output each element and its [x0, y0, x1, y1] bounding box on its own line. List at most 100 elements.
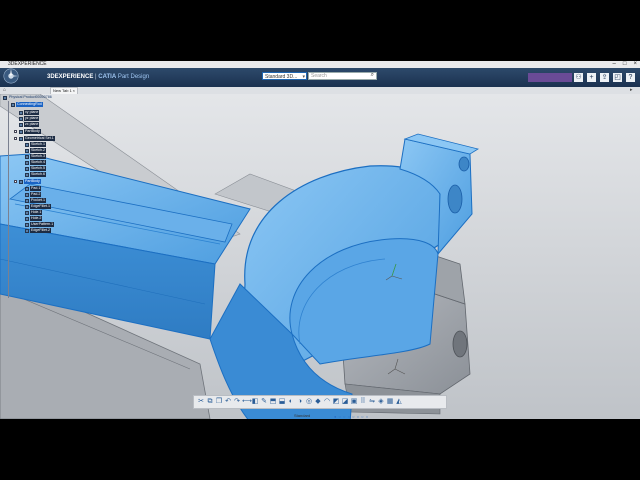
tree-item[interactable]: EdgeFillet.2	[30, 228, 51, 233]
pocket-icon[interactable]: ⬓	[278, 398, 286, 406]
tree-item-icon	[25, 154, 29, 159]
tree-item[interactable]: Hole.1	[30, 210, 43, 215]
tree-item-icon	[25, 166, 29, 171]
minimize-button[interactable]: –	[613, 61, 616, 68]
groove-icon[interactable]: ◑	[296, 398, 304, 406]
tree-item[interactable]: Geometrical Set.1	[24, 136, 55, 141]
draft-icon[interactable]: ◪	[341, 398, 349, 406]
tab-new-tab-1[interactable]: New Tab 1 ×	[50, 87, 78, 94]
standard-select-value: Standard 3D...	[265, 74, 298, 80]
tree-item-icon	[25, 198, 29, 203]
app-window: 3DEXPERIENCE – □ × 3DEXPERIENCE | CATIA …	[0, 61, 640, 419]
tree-expand-toggle[interactable]	[14, 180, 17, 183]
user-icon[interactable]: ⚇	[574, 73, 583, 82]
user-badge[interactable]	[528, 73, 572, 82]
app-brand: 3DEXPERIENCE | CATIA Part Design	[47, 68, 149, 87]
share-icon[interactable]: ⇪	[600, 73, 609, 82]
fillet-icon[interactable]: ◠	[323, 398, 331, 406]
apply-material-icon[interactable]: ◭	[395, 398, 403, 406]
tree-item[interactable]: Sketch.5	[30, 166, 46, 171]
tree-item[interactable]: PartBody	[24, 179, 41, 184]
tree-item-icon	[25, 222, 29, 227]
mirror-icon[interactable]: ⇋	[368, 398, 376, 406]
tree-item[interactable]: yz plane	[24, 116, 40, 121]
tree-expand-toggle[interactable]	[14, 137, 17, 140]
tree-item-icon	[19, 116, 23, 121]
tree-item[interactable]: Pad.1	[30, 186, 42, 191]
chamfer-icon[interactable]: ◩	[332, 398, 340, 406]
undo-icon[interactable]: ✂	[197, 398, 205, 406]
tree-item-icon	[25, 210, 29, 215]
tree-item-icon	[19, 122, 23, 127]
tab-menu-icon[interactable]: ▸	[630, 87, 633, 94]
tree-item-icon	[25, 192, 29, 197]
tree-item[interactable]: Sketch.1	[30, 142, 46, 147]
shell-icon[interactable]: ▣	[350, 398, 358, 406]
tree-item-icon	[25, 172, 29, 177]
pad-icon[interactable]: ⬒	[269, 398, 277, 406]
tab-strip: ⌂ New Tab 1 × ▸	[0, 87, 640, 94]
sketch-icon[interactable]: ✎	[260, 398, 268, 406]
brand-app: Part Design	[116, 74, 150, 80]
shaft-icon[interactable]: ◐	[287, 398, 295, 406]
rib-icon[interactable]: ◆	[314, 398, 322, 406]
tree-item-icon	[25, 204, 29, 209]
cut-icon[interactable]: ⧉	[206, 398, 214, 406]
close-window-button[interactable]: ×	[633, 61, 637, 68]
communication-icon[interactable]: ◰	[613, 73, 622, 82]
tree-root-icon	[3, 95, 7, 100]
tree-root[interactable]: Physical Product00000786	[8, 95, 53, 100]
window-controls: – □ ×	[613, 61, 637, 68]
redo-icon[interactable]: ↷	[233, 398, 241, 406]
tree-item-icon	[25, 148, 29, 153]
search-icon[interactable]: ⌕	[371, 72, 374, 79]
tree-part-icon	[11, 102, 15, 107]
view-icon[interactable]: ▦	[386, 398, 394, 406]
chevron-down-icon: ▾	[302, 74, 305, 80]
top-bar: 3DEXPERIENCE | CATIA Part Design Standar…	[0, 68, 640, 87]
tree-item[interactable]: Pocket.1	[30, 198, 46, 203]
tree-item[interactable]: Sketch.3	[30, 154, 46, 159]
copy-icon[interactable]: ❐	[215, 398, 223, 406]
compass-icon[interactable]	[2, 67, 20, 85]
tree-item[interactable]: Sketch.4	[30, 160, 46, 165]
tree-part[interactable]: ConnectingRod	[16, 102, 43, 107]
tree-item[interactable]: UserPattern.1	[30, 222, 55, 227]
tree-item[interactable]: EdgeFillet.1	[30, 204, 51, 209]
tree-item-icon	[19, 179, 23, 184]
help-icon[interactable]: ?	[626, 73, 635, 82]
home-icon[interactable]: ⌂	[3, 87, 6, 94]
render-icon[interactable]: ◈	[377, 398, 385, 406]
tree-item[interactable]: Sketch.6	[30, 172, 46, 177]
pattern-icon[interactable]: ⠿	[359, 398, 367, 406]
brand-app-bold: CATIA	[98, 74, 117, 80]
tab-label: New Tab 1	[53, 88, 72, 93]
brand-prefix: 3DEXPERIENCE	[47, 74, 94, 80]
window-title-bar: 3DEXPERIENCE – □ ×	[0, 61, 640, 68]
tree-item[interactable]: Pad.2	[30, 192, 42, 197]
plane-icon[interactable]: ◧	[251, 398, 259, 406]
search-placeholder: Search	[311, 73, 327, 79]
section-pager[interactable]: ● ○ ○ ○ ○ ○ ○ ○	[334, 414, 369, 419]
3d-model	[0, 94, 640, 419]
tree-item[interactable]: PartBody	[24, 129, 41, 134]
search-input[interactable]: Search ⌕	[308, 72, 377, 80]
tree-item-icon	[25, 216, 29, 221]
tree-item-icon	[25, 228, 29, 233]
add-icon[interactable]: +	[587, 73, 596, 82]
measure-icon[interactable]: ⟷	[242, 398, 252, 406]
action-bar-section-label: Standard	[294, 413, 311, 418]
3d-viewport[interactable]	[0, 94, 640, 419]
maximize-button[interactable]: □	[623, 61, 627, 68]
tree-item[interactable]: zx plane	[24, 122, 40, 127]
hole-icon[interactable]: ◎	[305, 398, 313, 406]
tree-item[interactable]: Hole.2	[30, 216, 43, 221]
paste-icon[interactable]: ↶	[224, 398, 232, 406]
tree-item[interactable]: xy plane	[24, 110, 40, 115]
standard-select[interactable]: Standard 3D... ▾	[262, 72, 307, 80]
tree-item[interactable]: Sketch.2	[30, 148, 46, 153]
tree-item-icon	[25, 186, 29, 191]
tree-item-icon	[19, 110, 23, 115]
tree-item-icon	[25, 160, 29, 165]
tree-expand-toggle[interactable]	[14, 130, 17, 133]
